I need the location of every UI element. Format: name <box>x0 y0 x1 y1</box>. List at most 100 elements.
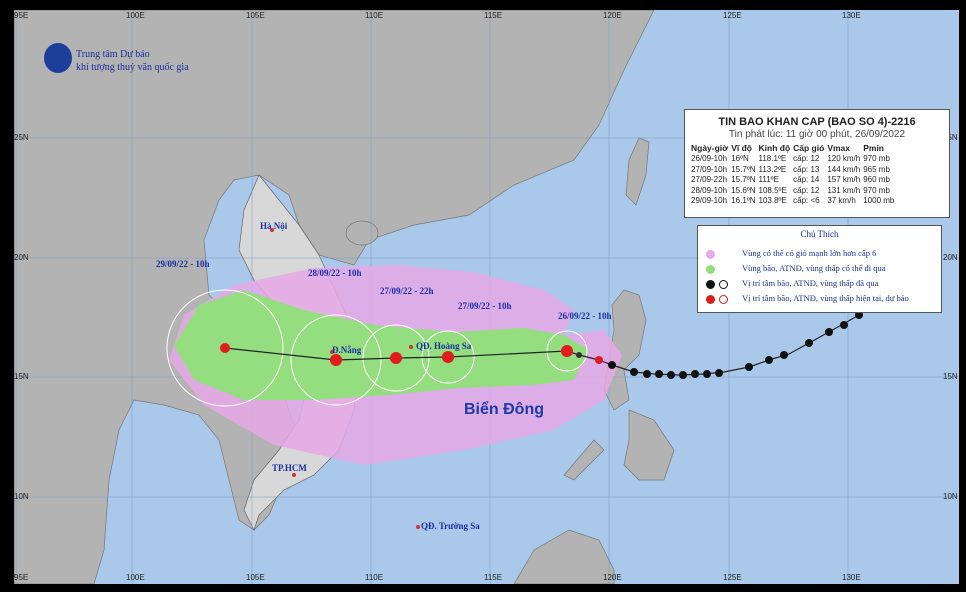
organisation-name: Trung tâm Dự báo khí tượng thuỷ văn quốc… <box>76 48 189 74</box>
lat-tick: 20N <box>14 253 29 262</box>
legend-item-label: Vùng bão, ATNĐ, vùng thấp có thể đi qua <box>742 263 886 273</box>
legend-item-label: Vùng có thể có gió mạnh lớn hơn cấp 6 <box>742 248 877 258</box>
lat-tick: 20N <box>943 253 958 262</box>
bulletin-issued: Tin phát lúc: 11 giờ 00 phút, 26/09/2022 <box>728 129 906 140</box>
lon-tick: 95E <box>14 11 29 20</box>
table-cell: 113.2ºE <box>758 164 787 174</box>
table-cell: 27/09-22h <box>691 175 728 184</box>
place-danang: Đ.Nẵng <box>332 345 362 355</box>
nchmf-logo <box>44 43 72 73</box>
col-header: Ngày-giờ <box>691 143 729 153</box>
map-frame: 95E 100E 105E 110E 115E 120E 125E 130E 9… <box>0 0 966 592</box>
lon-tick: 100E <box>126 573 145 582</box>
lat-tick: 15N <box>943 372 958 381</box>
forecast-time-label: 28/09/22 - 10h <box>308 268 362 278</box>
table-cell: 16ºN <box>731 154 749 163</box>
sea-label: Biển Đông <box>464 401 544 418</box>
lon-tick: 130E <box>842 573 861 582</box>
bulletin-title: TIN BAO KHAN CAP (BAO SO 4)-2216 <box>718 116 916 128</box>
table-cell: cấp: <6 <box>793 196 820 205</box>
table-row: 27/09-22h 15.7ºN 111ºE cấp: 14 157 km/h 960 m… <box>691 175 897 186</box>
forecast-position-icon <box>719 294 728 304</box>
hoangsa-dot <box>409 345 413 349</box>
lon-tick: 115E <box>484 11 503 20</box>
table-cell: 120 km/h <box>827 154 861 163</box>
org-line-1: Trung tâm Dự báo <box>76 49 150 60</box>
lat-tick: 25N <box>14 133 29 142</box>
legend-item: Vị trí tâm bão, ATNĐ, vùng thấp hiện tại… <box>702 293 909 304</box>
table-cell: 131 km/h <box>827 185 861 195</box>
col-header: Kinh độ <box>758 143 791 153</box>
lon-tick: 105E <box>246 573 265 582</box>
org-line-2: khí tượng thuỷ văn quốc gia <box>76 62 189 73</box>
col-header: Vĩ độ <box>731 143 752 153</box>
lon-tick: 120E <box>603 11 622 20</box>
table-cell: 108.5ºE <box>758 185 787 195</box>
table-cell: 103.8ºE <box>758 196 787 205</box>
table-cell: 144 km/h <box>827 164 861 174</box>
lon-tick: 125E <box>723 573 742 582</box>
legend-item: Vùng bão, ATNĐ, vùng thấp có thể đi qua <box>702 263 886 274</box>
table-cell: 27/09-10h <box>691 164 728 174</box>
pink-zone-icon <box>706 249 715 259</box>
place-hoangsa: QĐ. Hoàng Sa <box>416 341 472 351</box>
lat-tick: 10N <box>943 492 958 501</box>
table-cell: 15.7ºN <box>731 175 756 184</box>
table-cell: 16.1ºN <box>731 196 756 205</box>
legend-item-label: Vị trí tâm bão, ATNĐ, vùng thấp đã qua <box>742 278 879 288</box>
storm-track-map: 95E 100E 105E 110E 115E 120E 125E 130E 9… <box>14 10 959 584</box>
lon-tick: 115E <box>484 573 503 582</box>
lon-tick: 95E <box>14 573 29 582</box>
green-zone-icon <box>706 264 715 274</box>
lat-tick: 15N <box>14 372 29 381</box>
past-positions <box>608 311 863 379</box>
forecast-time-label: 27/09/22 - 22h <box>380 286 434 296</box>
lon-tick: 105E <box>246 11 265 20</box>
table-cell: 1000 mb <box>863 196 895 205</box>
forecast-time-label: 29/09/22 - 10h <box>156 259 210 269</box>
table-row: 29/09-10h 16.1ºN 103.8ºE cấp: <6 37 km/h 1000… <box>691 196 897 207</box>
table-row: 27/09-10h 15.7ºN 113.2ºE cấp: 13 144 km/h 965… <box>691 165 897 176</box>
table-cell: 157 km/h <box>827 175 861 184</box>
lon-tick: 110E <box>365 573 384 582</box>
past-position-icon <box>706 279 715 289</box>
lon-tick: 110E <box>365 11 384 20</box>
borneo <box>513 529 615 584</box>
table-row: 28/09-10h 15.6ºN 108.5ºE cấp: 12 131 km/h 970… <box>691 186 897 197</box>
lon-tick: 100E <box>126 11 145 20</box>
lon-tick: 130E <box>842 11 861 20</box>
legend-item: Vị trí tâm bão, ATNĐ, vùng thấp đã qua <box>702 278 878 289</box>
col-header: Pmin <box>863 143 884 153</box>
table-cell: 970 mb <box>863 185 890 195</box>
col-header: Cấp gió <box>793 143 825 153</box>
table-header-row: Ngày-giờ Vĩ độ Kinh độ Cấp gió Vmax Pmin <box>691 143 897 154</box>
hainan-island <box>345 220 379 246</box>
table-cell: 970 mb <box>863 154 890 163</box>
philippines-south <box>563 409 675 481</box>
legend-item-label: Vị trí tâm bão, ATNĐ, vùng thấp hiện tại… <box>742 293 909 303</box>
place-hcm: TP.HCM <box>272 463 307 473</box>
table-cell: 15.7ºN <box>731 164 756 174</box>
legend-box: Chú Thích Vùng có thể có gió mạnh lớn hơ… <box>697 225 942 313</box>
legend-item: Vùng có thể có gió mạnh lớn hơn cấp 6 <box>702 248 876 259</box>
forecast-time-label: 27/09/22 - 10h <box>458 301 512 311</box>
taiwan-island <box>625 137 650 206</box>
legend-title: Chú Thích <box>800 229 839 239</box>
table-cell: 118.1ºE <box>758 154 787 163</box>
bulletin-box: TIN BAO KHAN CAP (BAO SO 4)-2216 Tin phá… <box>684 109 950 218</box>
place-hanoi: Hà Nội <box>260 221 288 231</box>
table-cell: 111ºE <box>758 175 779 184</box>
table-cell: cấp: 13 <box>793 164 820 174</box>
hcm-dot <box>292 473 296 477</box>
bulletin-table: Ngày-giờ Vĩ độ Kinh độ Cấp gió Vmax Pmin… <box>691 143 897 207</box>
lat-tick: 10N <box>14 492 29 501</box>
table-cell: 960 mb <box>863 175 890 184</box>
table-cell: 28/09-10h <box>691 185 728 195</box>
lon-tick: 120E <box>603 573 622 582</box>
table-cell: 15.6ºN <box>731 185 756 195</box>
table-cell: cấp: 12 <box>793 154 820 163</box>
table-cell: 37 km/h <box>827 196 856 205</box>
table-cell: 965 mb <box>863 164 890 174</box>
forecast-time-label: 26/09/22 - 10h <box>558 311 612 321</box>
forecast-position-icon <box>706 294 715 304</box>
